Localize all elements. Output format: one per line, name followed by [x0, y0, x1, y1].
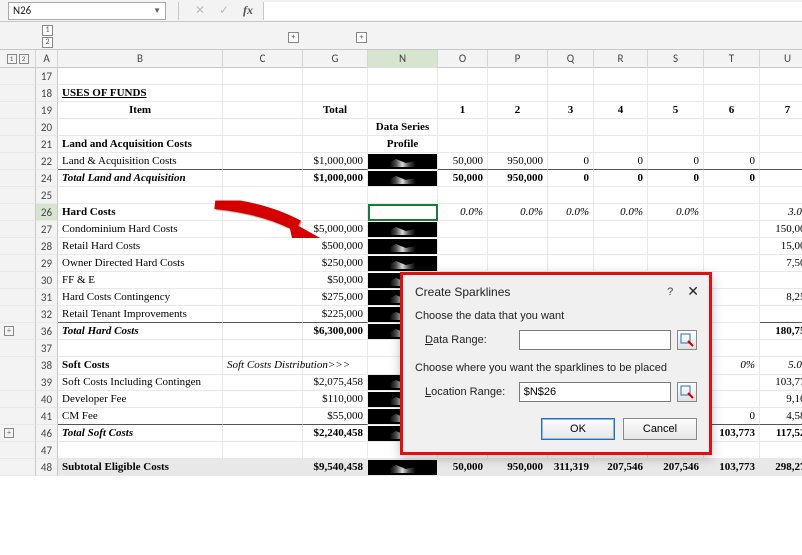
- cancel-button[interactable]: Cancel: [623, 418, 697, 440]
- dialog-title: Create Sparklines: [415, 285, 510, 299]
- ok-button[interactable]: OK: [541, 418, 615, 440]
- chevron-down-icon[interactable]: ▼: [153, 3, 161, 19]
- col-P[interactable]: P: [488, 50, 548, 68]
- col-C[interactable]: C: [223, 50, 303, 68]
- outline-strip: 1 2 + +: [0, 22, 802, 50]
- uses-of-funds-heading: USES OF FUNDS: [58, 85, 223, 102]
- range-picker-icon[interactable]: [677, 330, 697, 350]
- dialog-titlebar[interactable]: Create Sparklines ? ✕: [403, 275, 709, 306]
- col-S[interactable]: S: [648, 50, 704, 68]
- col-O[interactable]: O: [438, 50, 488, 68]
- row-24: 24 Total Land and Acquisition $1,000,000…: [0, 170, 802, 187]
- row-27: 27 Condominium Hard Costs $5,000,000 150…: [0, 221, 802, 238]
- dialog-section-2: Choose where you want the sparklines to …: [415, 362, 697, 374]
- close-icon[interactable]: ✕: [687, 283, 699, 300]
- column-group-expand-1[interactable]: +: [288, 32, 299, 43]
- section-land: Land and Acquisition Costs: [58, 136, 223, 153]
- row-18: 18 USES OF FUNDS: [0, 85, 802, 102]
- help-icon[interactable]: ?: [667, 286, 673, 298]
- subhead-profile-1: Data Series: [368, 119, 438, 136]
- row-28: 28 Retail Hard Costs $500,000 15,000: [0, 238, 802, 255]
- accept-formula-icon: ✓: [215, 2, 233, 20]
- sparkline: [368, 171, 437, 186]
- outline-level-2[interactable]: 2: [42, 37, 53, 48]
- sparkline: [368, 256, 437, 271]
- col-N[interactable]: N: [368, 50, 438, 68]
- outline-row-levels[interactable]: 12: [0, 50, 36, 68]
- sparkline: [368, 239, 437, 254]
- row-group-expand[interactable]: +: [4, 428, 14, 438]
- section-hard: Hard Costs: [58, 204, 223, 221]
- row-26: 26 Hard Costs 0.0% 0.0% 0.0% 0.0% 0.0% 3…: [0, 204, 802, 221]
- row-48: 48 Subtotal Eligible Costs $9,540,458 50…: [0, 459, 802, 476]
- name-box-value: N26: [13, 3, 31, 19]
- outline-level-1[interactable]: 1: [42, 25, 53, 36]
- col-Q[interactable]: Q: [548, 50, 594, 68]
- sparkline: [368, 460, 437, 475]
- subhead-item: Item: [58, 102, 223, 119]
- subhead-total: Total: [303, 102, 368, 119]
- col-T[interactable]: T: [704, 50, 760, 68]
- col-B[interactable]: B: [58, 50, 223, 68]
- subhead-profile-2: Profile: [368, 136, 438, 153]
- create-sparklines-dialog: Create Sparklines ? ✕ Choose the data th…: [400, 272, 712, 455]
- column-headers: 12 A B C G N O P Q R S T U: [0, 50, 802, 68]
- row-21: 21 Land and Acquisition Costs Profile: [0, 136, 802, 153]
- row-29: 29 Owner Directed Hard Costs $250,000 7,…: [0, 255, 802, 272]
- section-soft: Soft Costs: [58, 357, 223, 375]
- location-range-input[interactable]: [519, 382, 671, 402]
- dialog-section-1: Choose the data that you want: [415, 310, 697, 322]
- sparkline: [368, 222, 437, 237]
- active-cell[interactable]: [368, 204, 438, 221]
- row-header[interactable]: 17: [36, 68, 58, 85]
- col-U[interactable]: U: [760, 50, 802, 68]
- col-A[interactable]: A: [36, 50, 58, 68]
- row-17: 17: [0, 68, 802, 85]
- sparkline: [368, 154, 437, 169]
- row-25: 25: [0, 187, 802, 204]
- data-range-input[interactable]: [519, 330, 671, 350]
- data-range-label: Data Range:: [425, 334, 513, 346]
- column-group-expand-2[interactable]: +: [356, 32, 367, 43]
- fx-icon[interactable]: fx: [239, 2, 257, 20]
- divider: [178, 2, 179, 20]
- row-20: 20 Data Series: [0, 119, 802, 136]
- col-G[interactable]: G: [303, 50, 368, 68]
- formula-input[interactable]: [263, 2, 802, 20]
- location-range-label: Location Range:: [425, 386, 513, 398]
- row-group-expand[interactable]: +: [4, 326, 14, 336]
- row-22: 22 Land & Acquisition Costs $1,000,000 5…: [0, 153, 802, 170]
- cancel-formula-icon: ✕: [191, 2, 209, 20]
- formula-bar: N26 ▼ ✕ ✓ fx: [0, 0, 802, 22]
- row-19: 19 Item Total 1 2 3 4 5 6 7: [0, 102, 802, 119]
- col-R[interactable]: R: [594, 50, 648, 68]
- range-picker-icon[interactable]: [677, 382, 697, 402]
- name-box[interactable]: N26 ▼: [8, 2, 166, 20]
